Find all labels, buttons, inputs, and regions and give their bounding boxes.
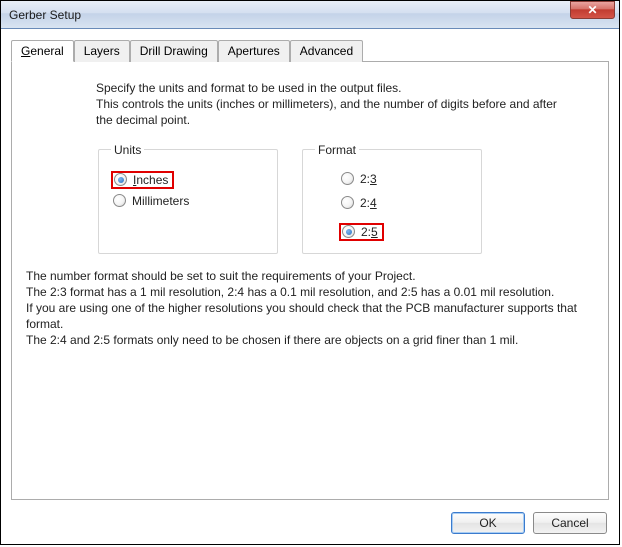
gerber-setup-dialog: Gerber Setup ✕ General Layers Drill Draw… — [0, 0, 620, 545]
intro-line2: This controls the units (inches or milli… — [96, 96, 574, 128]
radio-24-row[interactable]: 2:4 — [315, 195, 469, 211]
radio-23-label: 2:3 — [360, 172, 377, 186]
cancel-button[interactable]: Cancel — [533, 512, 607, 534]
window-title: Gerber Setup — [9, 8, 617, 22]
radio-25[interactable] — [342, 225, 355, 238]
tab-apertures[interactable]: Apertures — [218, 40, 290, 62]
format-legend: Format — [315, 143, 359, 157]
units-group: Units Inches Millimeters — [98, 143, 278, 254]
radio-millimeters-label: Millimeters — [132, 194, 189, 208]
radio-25-label: 2:5 — [361, 225, 378, 239]
radio-24-label: 2:4 — [360, 196, 377, 210]
radio-inches-row[interactable]: Inches — [111, 171, 174, 189]
explain-text: The number format should be set to suit … — [26, 268, 594, 349]
radio-24[interactable] — [341, 196, 354, 209]
radio-millimeters[interactable] — [113, 194, 126, 207]
tab-drill-drawing[interactable]: Drill Drawing — [130, 40, 218, 62]
dialog-buttons: OK Cancel — [451, 512, 607, 534]
radio-23[interactable] — [341, 172, 354, 185]
radio-millimeters-row[interactable]: Millimeters — [111, 193, 265, 209]
explain1: The number format should be set to suit … — [26, 268, 584, 284]
radio-25-row[interactable]: 2:5 — [339, 223, 384, 241]
radio-inches-label: Inches — [133, 173, 168, 187]
close-button[interactable]: ✕ — [570, 1, 615, 19]
close-icon: ✕ — [587, 4, 597, 16]
content-area: General Layers Drill Drawing Apertures A… — [1, 29, 619, 544]
explain2: The 2:3 format has a 1 mil resolution, 2… — [26, 284, 584, 300]
tabstrip: General Layers Drill Drawing Apertures A… — [11, 39, 609, 62]
titlebar: Gerber Setup ✕ — [1, 1, 619, 29]
format-group: Format 2:3 2:4 2:5 — [302, 143, 482, 254]
explain3: If you are using one of the higher resol… — [26, 300, 584, 332]
radio-23-row[interactable]: 2:3 — [315, 171, 469, 187]
tab-general[interactable]: General — [11, 40, 74, 62]
tab-layers[interactable]: Layers — [74, 40, 130, 62]
explain4: The 2:4 and 2:5 formats only need to be … — [26, 332, 584, 348]
tab-general-panel: Specify the units and format to be used … — [11, 62, 609, 500]
ok-button[interactable]: OK — [451, 512, 525, 534]
radio-inches[interactable] — [114, 173, 127, 186]
intro-line1: Specify the units and format to be used … — [96, 80, 574, 96]
intro-text: Specify the units and format to be used … — [26, 80, 594, 129]
tab-advanced[interactable]: Advanced — [290, 40, 363, 62]
units-legend: Units — [111, 143, 144, 157]
option-groups: Units Inches Millimeters Format — [26, 143, 594, 254]
